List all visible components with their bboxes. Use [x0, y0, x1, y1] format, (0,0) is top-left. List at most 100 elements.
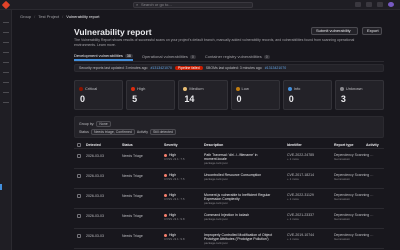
- severity-card-info: Info 0: [282, 80, 332, 110]
- report-scanner: Gemnasium: [334, 177, 351, 181]
- status-text: Needs Triage: [122, 154, 143, 158]
- sidebar-item[interactable]: [3, 92, 9, 93]
- severity-cell: High CVSS v3.1: 7.5: [164, 153, 185, 161]
- activity-icon: ⋯: [370, 234, 374, 238]
- breadcrumb-item[interactable]: Test Project: [38, 14, 59, 19]
- row-checkbox[interactable]: [77, 234, 81, 238]
- description-cell: Uncontrolled Resource Consumption package…: [204, 173, 279, 181]
- sidebar-item[interactable]: [3, 102, 9, 103]
- tab-label: Container registry vulnerabilities: [204, 54, 262, 59]
- search-input[interactable]: ⌕ Search or go to...: [133, 2, 253, 8]
- issues-icon[interactable]: [355, 2, 361, 7]
- tab-label: Development vulnerabilities: [74, 53, 123, 58]
- severity-card-low: Low 0: [230, 80, 280, 110]
- report-scanner: Gemnasium: [334, 197, 351, 201]
- tab-development[interactable]: Development vulnerabilities 38: [74, 52, 133, 61]
- column-status[interactable]: Status: [122, 143, 133, 147]
- pipeline-failed-badge[interactable]: Pipeline failed: [174, 66, 203, 70]
- search-placeholder: Search or go to...: [141, 2, 172, 7]
- sidebar-item[interactable]: [3, 32, 9, 33]
- tab-container-registry[interactable]: Container registry vulnerabilities 0: [205, 52, 270, 61]
- status-filter-token[interactable]: Needs triage, Confirmed: [90, 129, 135, 135]
- table-row[interactable]: 2026-03-03 Needs Triage High CVSS v3.1: 7.5…: [74, 171, 384, 189]
- severity-dot-icon: [235, 87, 240, 91]
- activity-icon: ⋯: [370, 214, 374, 218]
- severity-count: 0: [288, 94, 294, 104]
- severity-count: 0: [236, 94, 242, 104]
- search-icon: ⌕: [136, 2, 139, 7]
- vulnerability-title-link[interactable]: Moment.js vulnerable to Inefficient Regu…: [204, 193, 279, 201]
- todo-icon[interactable]: [377, 2, 383, 7]
- breadcrumb-separator: /: [34, 14, 36, 19]
- filter-tokens: Status Needs triage, Confirmed Activity …: [79, 129, 177, 135]
- table-row[interactable]: 2026-03-03 Needs Triage High CVSS v3.1: 9.8…: [74, 231, 384, 249]
- row-checkbox[interactable]: [77, 194, 81, 198]
- page-description: The Vulnerability Report shows results o…: [74, 38, 355, 47]
- vulnerability-title-link[interactable]: Path Traversal: 'dir/../../filename' in …: [204, 153, 279, 161]
- column-detected[interactable]: Detected: [86, 143, 101, 147]
- report-type-cell: Dependency Scanning Gemnasium: [334, 153, 369, 161]
- sidebar-item[interactable]: [3, 42, 9, 43]
- identifier-more: + 1 more: [287, 237, 299, 241]
- severity-dot-icon: [287, 87, 292, 91]
- row-checkbox[interactable]: [77, 174, 81, 178]
- group-by-dropdown[interactable]: None: [96, 121, 111, 127]
- gitlab-logo-icon[interactable]: [1, 0, 11, 10]
- column-severity[interactable]: Severity: [164, 143, 178, 147]
- identifier-cell: CVE-2017-18214 + 1 more: [287, 173, 314, 181]
- activity-filter-token[interactable]: Still detected: [149, 129, 177, 135]
- severity-card-critical: Critical 0: [74, 80, 124, 110]
- identifier-more: + 1 more: [287, 177, 299, 181]
- sbom-pipeline-link[interactable]: #1313421070: [265, 65, 286, 71]
- breadcrumb: Group / Test Project / Vulnerability rep…: [20, 14, 99, 19]
- cvss-score: CVSS v3.1: 7.5: [164, 177, 185, 181]
- description-cell: Improperly Controlled Modification of Ob…: [204, 233, 279, 245]
- table-header: Detected Status Severity Description Ide…: [74, 141, 384, 149]
- submit-vulnerability-button[interactable]: Submit vulnerability: [311, 27, 358, 35]
- sidebar-item[interactable]: [3, 22, 9, 23]
- tab-label: Operational vulnerabilities: [141, 54, 188, 59]
- detected-date: 2026-03-03: [86, 154, 104, 158]
- severity-label: Critical: [85, 86, 98, 91]
- pipeline-link[interactable]: #1313421070: [150, 65, 171, 71]
- breadcrumb-item[interactable]: Group: [20, 14, 31, 19]
- table-row[interactable]: 2026-03-03 Needs Triage High CVSS v3.1: 9.8…: [74, 211, 384, 229]
- report-type-cell: Dependency Scanning Gemnasium: [334, 233, 369, 241]
- tab-count: 0: [263, 54, 270, 59]
- avatar[interactable]: [388, 2, 394, 7]
- table-row[interactable]: 2026-03-03 Needs Triage High CVSS v3.1: 7.5…: [74, 151, 384, 169]
- identifier-more: + 1 more: [287, 197, 299, 201]
- row-checkbox[interactable]: [77, 214, 81, 218]
- sidebar-item[interactable]: [3, 52, 9, 53]
- description-cell: Command Injection in lodash package-lock.…: [204, 213, 279, 221]
- report-type-cell: Dependency Scanning Gemnasium: [334, 213, 369, 221]
- sidebar-active-indicator: [0, 184, 2, 190]
- top-bar: ⌕ Search or go to...: [0, 0, 400, 10]
- detected-date: 2026-03-03: [86, 214, 104, 218]
- sidebar-item[interactable]: [3, 62, 9, 63]
- package-file: package-lock.json: [204, 161, 229, 165]
- tab-operational[interactable]: Operational vulnerabilities 0: [142, 52, 196, 61]
- table-row[interactable]: 2026-03-03 Needs Triage High CVSS v3.1: 7.5…: [74, 191, 384, 209]
- severity-cell: High CVSS v3.1: 9.8: [164, 233, 185, 241]
- sidebar-item[interactable]: [3, 72, 9, 73]
- cvss-score: CVSS v3.1: 7.5: [164, 197, 185, 201]
- package-file: package-lock.json: [204, 177, 229, 181]
- detected-date: 2026-03-03: [86, 174, 104, 178]
- package-file: package-lock.json: [204, 217, 229, 221]
- severity-count: 0: [80, 94, 86, 104]
- report-scanner: Gemnasium: [334, 217, 351, 221]
- activity-icon: ⋯: [370, 154, 374, 158]
- scan-status-text: Security reports last updated: 3 minutes…: [79, 66, 148, 70]
- vulnerability-title-link[interactable]: Improperly Controlled Modification of Ob…: [204, 233, 279, 241]
- breadcrumb-current[interactable]: Vulnerability report: [66, 14, 99, 19]
- description-cell: Moment.js vulnerable to Inefficient Regu…: [204, 193, 279, 205]
- status-filter-label: Status: [79, 130, 89, 134]
- sidebar-item[interactable]: [3, 82, 9, 83]
- merge-requests-icon[interactable]: [366, 2, 372, 7]
- export-button[interactable]: Export: [362, 27, 382, 35]
- identifier-cell: CVE-2022-24785 + 1 more: [287, 153, 314, 161]
- row-checkbox[interactable]: [77, 154, 81, 158]
- activity-icon: ⋯: [370, 174, 374, 178]
- select-all-checkbox[interactable]: [77, 143, 81, 147]
